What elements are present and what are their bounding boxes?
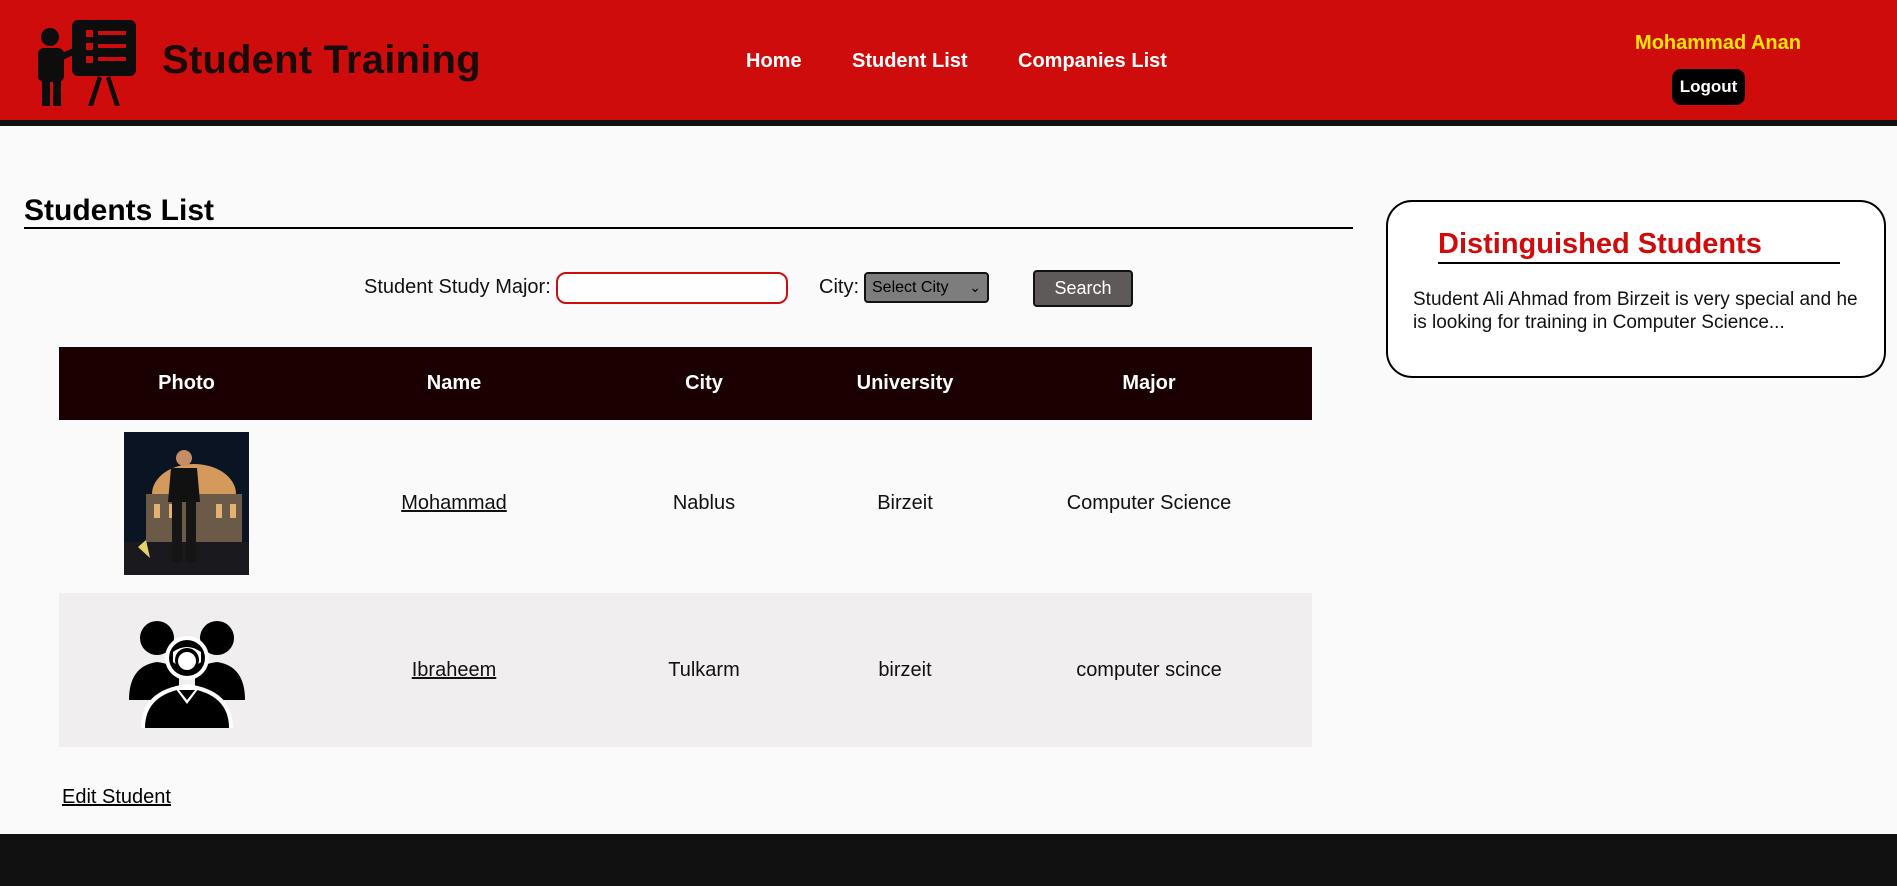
university-cell: Birzeit <box>877 491 933 514</box>
table-header: Photo Name City University Major <box>59 347 1312 420</box>
search-button[interactable]: Search <box>1033 270 1133 307</box>
photo-cell <box>59 593 314 747</box>
name-cell: Ibraheem <box>324 593 584 747</box>
teacher-presentation-icon <box>38 20 136 106</box>
panel-title: Distinguished Students <box>1438 228 1762 260</box>
edit-student-link[interactable]: Edit Student <box>62 786 171 809</box>
panel-divider <box>1438 262 1840 264</box>
student-photo <box>124 431 249 575</box>
name-cell: Mohammad <box>324 420 584 586</box>
current-user-name: Mohammad Anan <box>1635 32 1801 54</box>
city-select[interactable]: Select City ⌄ <box>864 272 989 303</box>
major-cell: Computer Science <box>1066 491 1232 514</box>
city-label: City: <box>819 276 859 298</box>
major-search-input[interactable] <box>556 272 788 304</box>
student-name-link[interactable]: Ibraheem <box>412 659 497 682</box>
distinguished-students-panel: Distinguished Students Student Ali Ahmad… <box>1386 200 1886 378</box>
table-row: Ibraheem Tulkarm birzeit computer scince <box>59 593 1312 747</box>
nav-student-list[interactable]: Student List <box>852 50 968 73</box>
city-cell: Nablus <box>672 491 736 514</box>
site-header: Student Training Home Student List Compa… <box>0 0 1897 126</box>
site-footer <box>0 834 1897 886</box>
group-users-icon <box>128 621 245 728</box>
column-header-name: Name <box>426 372 482 394</box>
brand-title: Student Training <box>162 38 481 82</box>
city-cell: Tulkarm <box>668 658 740 681</box>
page-title: Students List <box>24 194 215 227</box>
nav-home[interactable]: Home <box>746 50 802 73</box>
student-photo-image <box>124 431 249 575</box>
photo-cell <box>59 420 314 586</box>
major-cell: computer scince <box>1076 658 1222 681</box>
student-name-link[interactable]: Mohammad <box>401 492 507 515</box>
column-header-university: University <box>856 372 954 394</box>
column-header-major: Major <box>1122 372 1176 394</box>
panel-text: Student Ali Ahmad from Birzeit is very s… <box>1413 289 1858 333</box>
column-header-city: City <box>685 372 723 394</box>
nav-companies-list[interactable]: Companies List <box>1018 50 1167 73</box>
logout-button[interactable]: Logout <box>1672 69 1745 105</box>
table-row: Mohammad Nablus Birzeit Computer Science <box>59 420 1312 586</box>
column-header-photo: Photo <box>158 372 215 394</box>
university-cell: birzeit <box>878 658 932 681</box>
chevron-down-icon: ⌄ <box>969 279 981 295</box>
major-label: Student Study Major: <box>364 276 551 298</box>
title-divider <box>24 227 1353 229</box>
city-select-value: Select City <box>872 279 949 296</box>
